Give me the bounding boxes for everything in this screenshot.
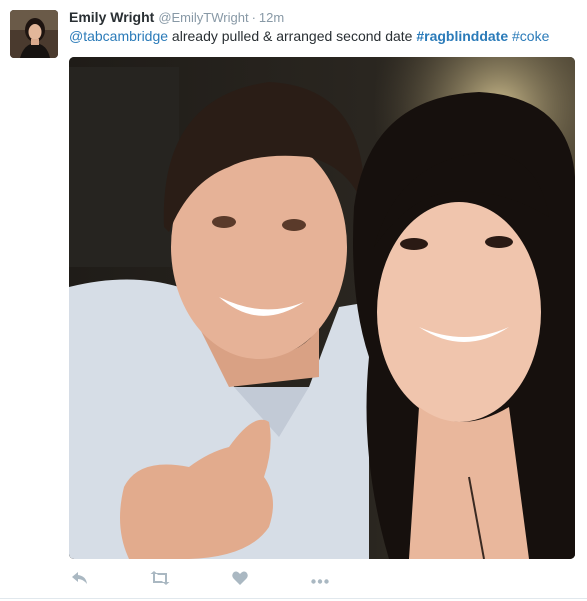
user-fullname[interactable]: Emily Wright (69, 9, 154, 25)
more-icon (311, 571, 329, 589)
user-handle[interactable]: @EmilyTWright (158, 10, 248, 25)
tweet-body-text: already pulled & arranged second date (168, 28, 417, 44)
mention-link[interactable]: @tabcambridge (69, 28, 168, 44)
separator-dot: · (251, 10, 256, 25)
tweet-text: @tabcambridge already pulled & arranged … (69, 26, 579, 46)
tweet: Emily Wright @EmilyTWright · 12m @tabcambri… (0, 0, 587, 601)
tweet-actions (69, 569, 369, 591)
retweet-icon (149, 570, 171, 590)
retweet-button[interactable] (148, 569, 172, 591)
tweet-divider (0, 598, 587, 599)
like-button[interactable] (230, 569, 250, 591)
more-button[interactable] (309, 569, 331, 591)
hashtag-link-coke[interactable]: #coke (512, 28, 549, 44)
reply-button[interactable] (69, 569, 91, 591)
hashtag-link-ragblinddate[interactable]: #ragblinddate (416, 28, 508, 44)
tweet-header: Emily Wright @EmilyTWright · 12m (69, 7, 284, 27)
user-avatar[interactable] (10, 10, 58, 58)
tweet-photo[interactable] (69, 57, 575, 559)
tweet-timestamp[interactable]: 12m (259, 10, 284, 25)
heart-icon (232, 571, 248, 590)
reply-icon (72, 571, 88, 590)
